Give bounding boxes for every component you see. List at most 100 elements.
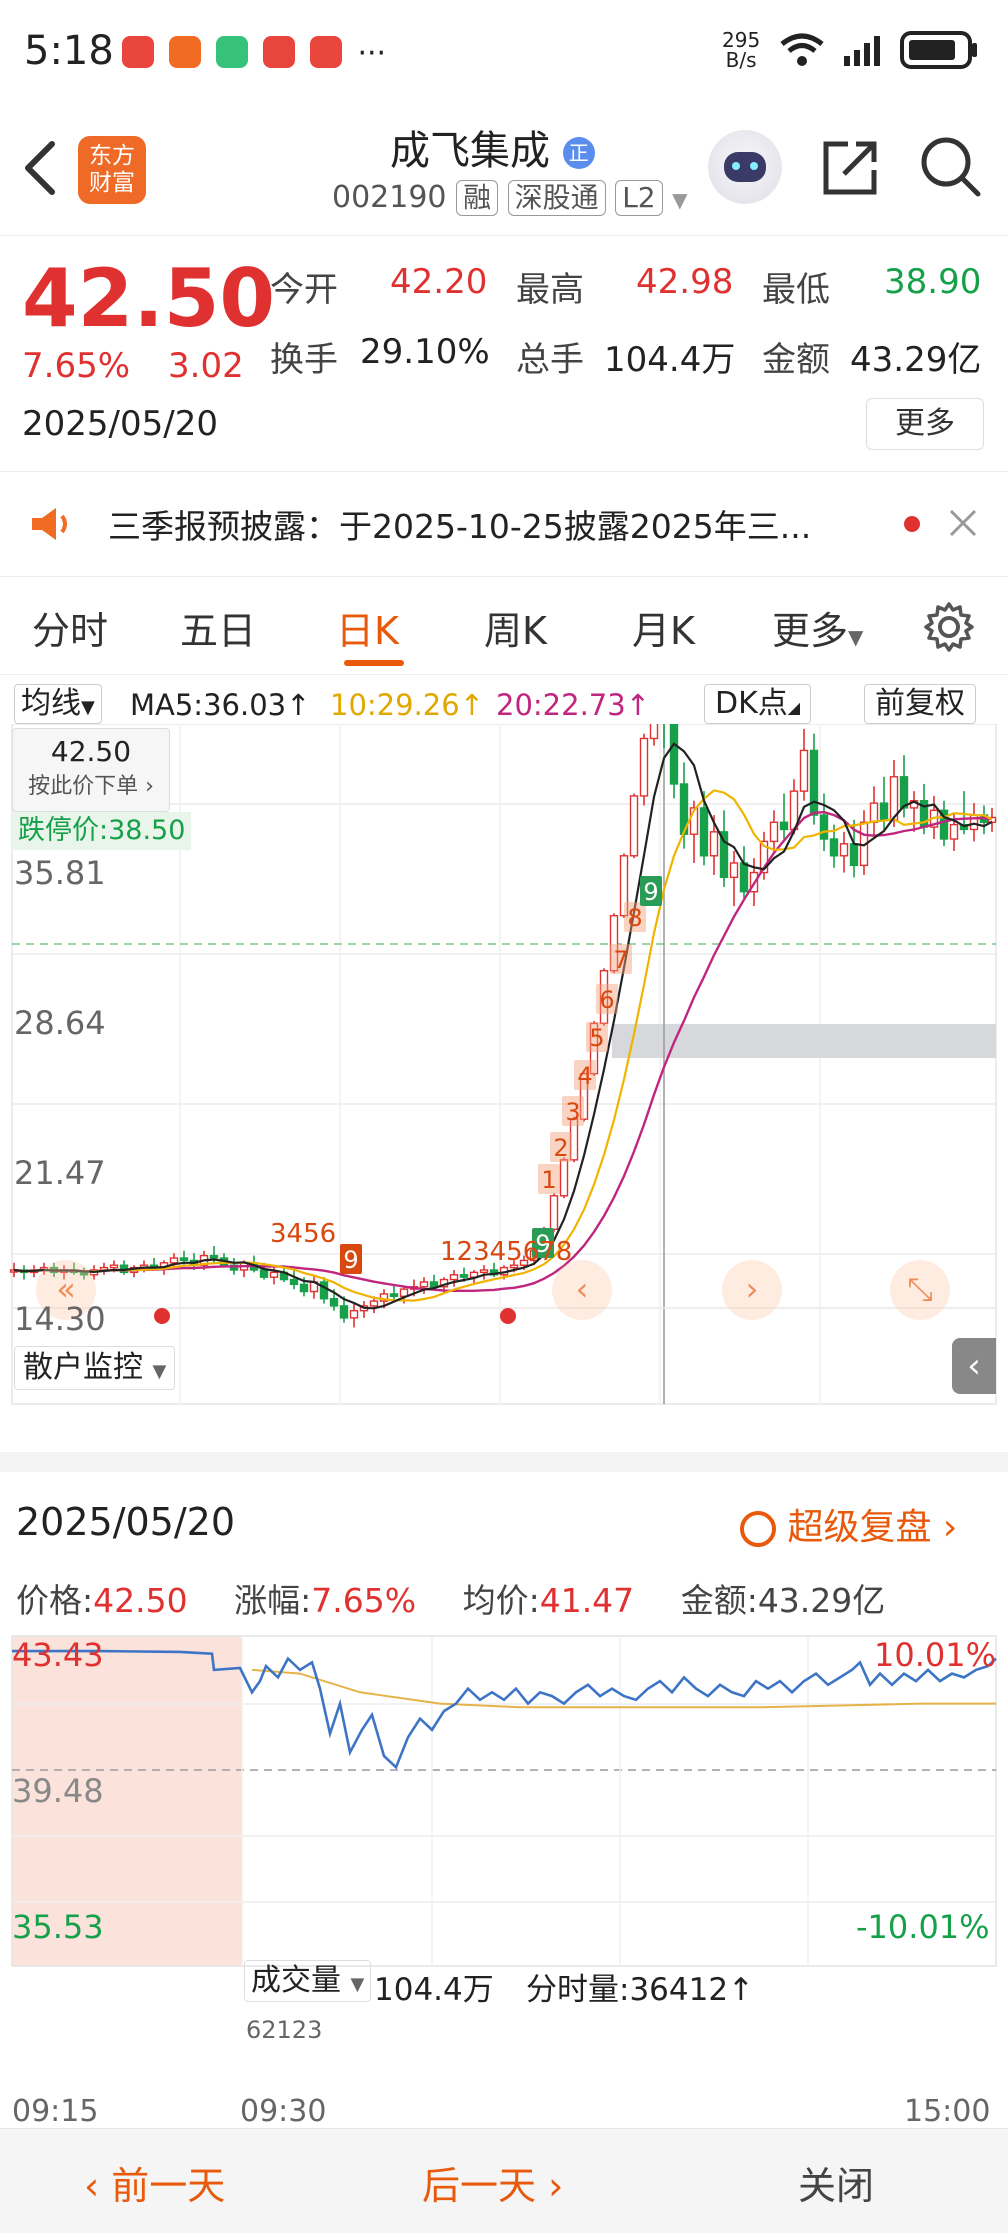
prev-day-label: 前一天 [111,2164,226,2208]
next-day-button[interactable]: 后一天 › [422,2155,563,2210]
low-label: 最低 [762,270,830,310]
replay-bottom-bar: ‹ 前一天 后一天 › 关闭 [0,2128,1008,2233]
candle-body [739,862,749,893]
candle-body [809,749,819,816]
candle-body [559,1159,569,1197]
intraday-pct-top: 10.01% [874,1636,997,1674]
signal-icon [844,36,880,66]
chevron-down-icon[interactable]: ▼ [672,188,687,212]
candle-body [829,838,839,857]
high-label: 最高 [516,270,584,310]
ma5-value: MA5:36.03↑ [130,688,311,722]
search-icon[interactable] [918,134,984,200]
verified-badge: 正 [562,137,595,169]
turnover-value: 29.10% [360,332,490,372]
tab-monthly-k[interactable]: 月K [632,600,695,655]
candle-body [449,1274,459,1281]
close-icon[interactable] [948,508,978,538]
status-bar: 5:18 ··· 295 B/s [0,0,1008,100]
candle-body [949,823,959,840]
tab-weekly-k[interactable]: 周K [484,600,547,655]
tab-intraday[interactable]: 分时 [32,600,108,655]
tab-five-day[interactable]: 五日 [180,600,256,655]
notice-bar[interactable]: 三季报预披露：于2025-10-25披露2025年三... [0,472,1008,577]
notice-text: 三季报预披露：于2025-10-25披露2025年三... [108,507,812,546]
candle-body [169,1257,179,1264]
candle-body [299,1283,309,1293]
y-label: 35.81 [14,854,106,892]
count-marker: 8 [627,904,642,932]
candle-body [849,843,859,867]
signal-dot [500,1308,516,1324]
candle-body [339,1305,349,1319]
caret-down-icon: ▼ [350,1974,365,1995]
caret-down-icon: ▼ [81,697,95,718]
tab-daily-k[interactable]: 日K [336,600,399,655]
td-sequence-a: 3456 [270,1219,336,1249]
sub-indicator-dropdown[interactable]: 散户监控 ▼ [14,1346,176,1390]
more-button[interactable]: 更多 [866,398,984,450]
settings-icon[interactable] [922,600,976,654]
change-amount: 3.02 [168,346,244,386]
super-replay-link[interactable]: 超级复盘 › [740,1498,957,1550]
collapse-side-icon[interactable]: ‹ [952,1338,996,1394]
amount-value: 43.29亿 [850,340,982,380]
tick-volume: 分时量:36412↑ [526,1972,755,2008]
quote-panel: 42.50 7.65% 3.02 2025/05/20 今开 42.20 最高 … [0,236,1008,472]
margin-tag: 融 [456,180,499,216]
count-marker: 7 [613,946,628,974]
volume-dropdown[interactable]: 成交量 ▼ [244,1960,372,2002]
order-popup[interactable]: 42.50 按此价下单 › [12,728,170,812]
intraday-svg[interactable] [0,1630,1008,2035]
caret-icon: ◢ [787,698,801,717]
dk-point-dropdown[interactable]: DK点◢ [704,684,812,724]
count-marker: 2 [553,1134,568,1162]
candle-body [629,795,639,857]
adjust-dropdown[interactable]: 前复权 [864,684,976,724]
volume-total: 104.4万 [374,1972,494,2008]
chart-nav-arrow-icon: ⤡ [907,1270,933,1308]
candle-body [459,1274,469,1278]
battery-icon [900,31,977,69]
count-marker: 4 [577,1062,592,1090]
candle-body [369,1300,379,1307]
current-price: 42.50 [22,252,276,345]
candle-body [429,1281,439,1288]
time-label-start: 09:15 [12,2094,99,2129]
price-label: 价格: [16,1581,94,1620]
avg-price-label: 均价: [462,1581,540,1620]
candle-body [329,1298,339,1307]
candle-body [729,862,739,879]
candle-body [109,1264,119,1269]
candle-body [819,814,829,840]
close-button[interactable]: 关闭 [798,2155,874,2210]
net-speed: 295 B/s [722,30,760,70]
avg-price-line [251,1668,996,1709]
prev-day-button[interactable]: ‹ 前一天 [84,2155,225,2210]
low-value: 38.90 [884,262,982,302]
candle-body [269,1271,279,1278]
ai-assistant-icon[interactable] [708,130,782,204]
tab-more[interactable]: 更多▼ [772,600,863,655]
ma10-value: 10:29.26↑ [330,688,484,722]
open-value: 42.20 [390,262,488,302]
candle-body [209,1254,219,1259]
share-icon[interactable] [818,136,882,200]
candle-body [419,1281,429,1288]
volume-dropdown-label: 成交量 [251,1963,341,1998]
back-icon[interactable] [20,138,60,198]
ma-dropdown[interactable]: 均线▼ [14,684,102,724]
candle-body [549,1195,559,1230]
candle-body [669,724,679,785]
notification-icons: ··· [122,36,386,72]
logo-line1: 东方 [89,143,135,169]
count-marker: 6 [599,986,614,1014]
more-notifications-icon: ··· [357,36,387,71]
dk-point-label: DK点 [715,686,788,721]
net-speed-unit: B/s [725,48,757,72]
turnover-amount-value: 43.29亿 [757,1581,886,1620]
limit-down-label: 跌停价:38.50 [12,812,192,850]
store-app-icon [310,36,343,68]
candle-body [879,802,889,821]
candle-body [779,821,789,831]
